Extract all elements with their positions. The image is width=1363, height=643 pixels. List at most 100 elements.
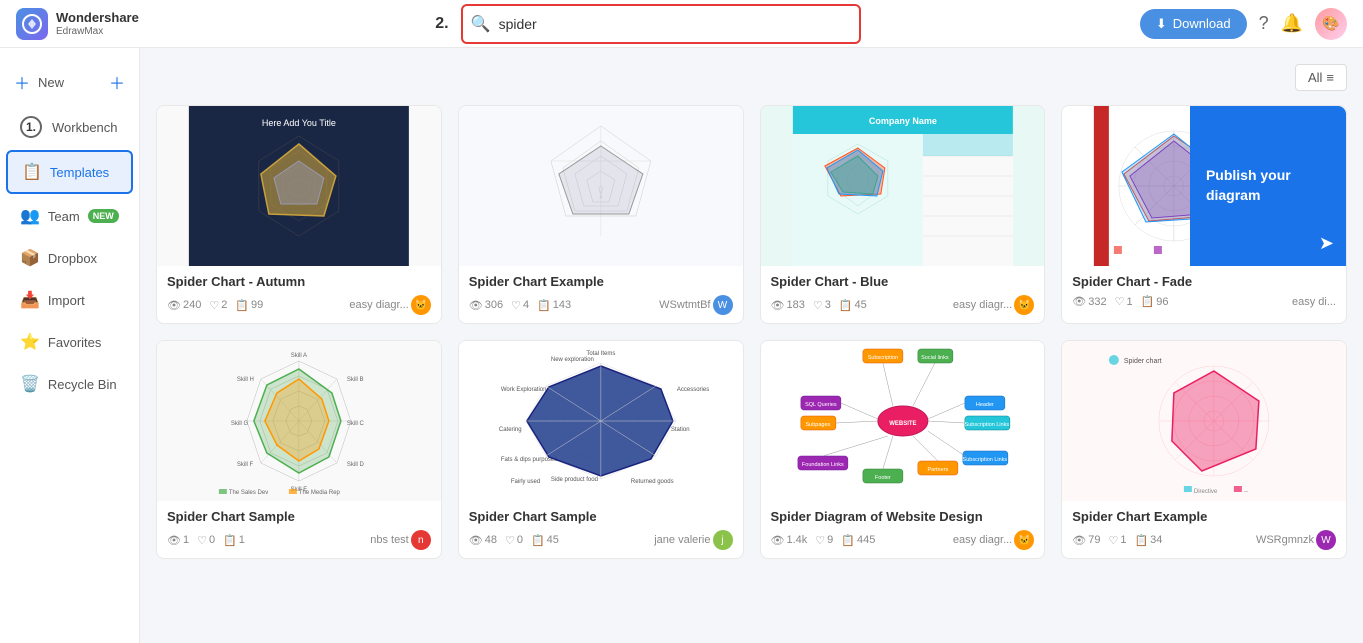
sidebar-item-team[interactable]: 👥 Team NEW [6,196,133,236]
sidebar-item-dropbox[interactable]: 📦 Dropbox [6,238,133,278]
card-4-author: easy di... [1292,296,1336,308]
sidebar: ＋ New ＋ 1. Workbench 📋 Templates 👥 Team … [0,48,140,643]
svg-text:Spider chart: Spider chart [1124,358,1162,365]
card-2-author: WSwtmtBf W [659,295,732,315]
sidebar-item-recycle[interactable]: 🗑️ Recycle Bin [6,364,133,404]
card-4[interactable]: Spider Chart - Fade 👁 332 ♡ 1 📋 96 easy … [1061,105,1347,324]
svg-text:Side product food: Side product food [551,477,598,483]
card-8[interactable]: Spider chart [1061,340,1347,559]
notification-icon[interactable]: 🔔 [1281,13,1303,34]
new-plus-icon: ＋ [109,70,125,94]
svg-text:Station: Station [671,427,690,433]
header: Wondershare EdrawMax 2. 🔍 ⬇ Download ? 🔔… [0,0,1363,48]
publish-arrow-icon: ➤ [1319,233,1334,254]
card-7-thumb: WEBSITE Subscription Social links SQL Qu… [761,341,1045,501]
main-layout: ＋ New ＋ 1. Workbench 📋 Templates 👥 Team … [0,48,1363,643]
card-6-author: jane valerie j [654,530,732,550]
filter-all-label: All [1308,70,1322,85]
card-6-copies: 📋 45 [531,534,559,547]
card-6-title: Spider Chart Sample [469,509,733,524]
card-1-meta: 👁 240 ♡ 2 📋 99 easy diagr... 🐱 [167,295,431,315]
sidebar-new-button[interactable]: ＋ New ＋ [0,60,139,104]
card-6-views: 👁 48 [469,534,497,547]
help-icon[interactable]: ? [1259,13,1269,34]
svg-text:Partners: Partners [927,467,948,473]
card-3-meta: 👁 183 ♡ 3 📋 45 easy diagr... 🐱 [771,295,1035,315]
card-1-thumb: Here Add You Title [157,106,441,266]
svg-text:Skill C: Skill C [347,421,365,427]
svg-text:Subscription Links: Subscription Links [964,422,1009,428]
card-5-avatar: n [411,530,431,550]
card-8-title: Spider Chart Example [1072,509,1336,524]
dropbox-icon: 📦 [20,248,40,268]
sidebar-item-workbench[interactable]: 1. Workbench [6,106,133,148]
card-7-info: Spider Diagram of Website Design 👁 1.4k … [761,501,1045,558]
svg-text:Skill F: Skill F [237,462,254,468]
card-4-info: Spider Chart - Fade 👁 332 ♡ 1 📋 96 easy … [1062,266,1346,316]
svg-text:Catering: Catering [499,427,522,433]
svg-text:Skill D: Skill D [347,462,365,468]
svg-text:Returned goods: Returned goods [631,479,674,485]
download-label: Download [1173,16,1231,31]
sidebar-item-favorites[interactable]: ⭐ Favorites [6,322,133,362]
card-2-thumb [459,106,743,266]
card-2-views: 👁 306 [469,299,503,312]
download-button[interactable]: ⬇ Download [1140,9,1247,39]
card-3-copies: 📋 45 [839,299,867,312]
card-6-likes: ♡ 0 [505,534,523,547]
publish-banner-title: Publish your diagram [1206,166,1330,205]
svg-text:New exploration: New exploration [551,357,594,363]
card-3-title: Spider Chart - Blue [771,274,1035,289]
card-3-author: easy diagr... 🐱 [953,295,1034,315]
card-7-avatar: 🐱 [1014,530,1034,550]
svg-text:Work Exploration: Work Exploration [501,387,547,393]
import-icon: 📥 [20,290,40,310]
card-5-copies: 📋 1 [223,534,245,547]
card-2[interactable]: Spider Chart Example 👁 306 ♡ 4 📋 143 WSw… [458,105,744,324]
svg-text:Subpages: Subpages [805,422,830,428]
filter-all-button[interactable]: All ≡ [1295,64,1347,91]
search-icon: 🔍 [471,14,491,34]
svg-text:Skill A: Skill A [291,353,307,359]
card-8-copies: 📋 34 [1134,534,1162,547]
svg-text:Foundation Links: Foundation Links [801,462,843,468]
avatar[interactable]: 🎨 [1315,8,1347,40]
search-wrapper: 🔍 [461,4,861,44]
card-3[interactable]: Company Name [760,105,1046,324]
card-7[interactable]: WEBSITE Subscription Social links SQL Qu… [760,340,1046,559]
card-1-views: 👁 240 [167,299,201,312]
card-2-copies: 📋 143 [537,299,571,312]
plus-icon: ＋ [14,70,30,94]
svg-text:Fairly used: Fairly used [511,479,540,485]
header-right: ⬇ Download ? 🔔 🎨 [1140,8,1347,40]
card-5[interactable]: Skill A Skill B Skill C Skill D Skill E … [156,340,442,559]
card-6[interactable]: Total Items Accessories Station Returned… [458,340,744,559]
card-4-copies: 📋 96 [1141,295,1169,308]
favorites-icon: ⭐ [20,332,40,352]
card-1-likes: ♡ 2 [209,299,227,312]
card-7-views: 👁 1.4k [771,534,808,547]
sidebar-item-import[interactable]: 📥 Import [6,280,133,320]
step1-badge: 1. [20,116,42,138]
publish-banner[interactable]: Publish your diagram ➤ [1190,106,1346,266]
card-7-title: Spider Diagram of Website Design [771,509,1035,524]
card-8-meta: 👁 79 ♡ 1 📋 34 WSRgmnzk W [1072,530,1336,550]
svg-text:Subscription Links: Subscription Links [962,457,1007,463]
svg-text:Company Name: Company Name [868,116,936,126]
svg-text:Footer: Footer [874,475,890,481]
sidebar-item-templates[interactable]: 📋 Templates [6,150,133,194]
card-2-title: Spider Chart Example [469,274,733,289]
card-6-avatar: j [713,530,733,550]
card-3-views: 👁 183 [771,299,805,312]
cards-grid: Here Add You Title [156,105,1347,559]
new-label: New [38,75,64,90]
card-5-thumb: Skill A Skill B Skill C Skill D Skill E … [157,341,441,501]
card-7-likes: ♡ 9 [815,534,833,547]
card-8-author: WSRgmnzk W [1256,530,1336,550]
search-input[interactable] [461,4,861,44]
card-1[interactable]: Here Add You Title [156,105,442,324]
svg-text:Here Add You Title: Here Add You Title [262,118,336,128]
card-3-avatar: 🐱 [1014,295,1034,315]
svg-text:Directive: Directive [1194,489,1218,495]
svg-text:Fats & dips purposes: Fats & dips purposes [501,457,557,463]
